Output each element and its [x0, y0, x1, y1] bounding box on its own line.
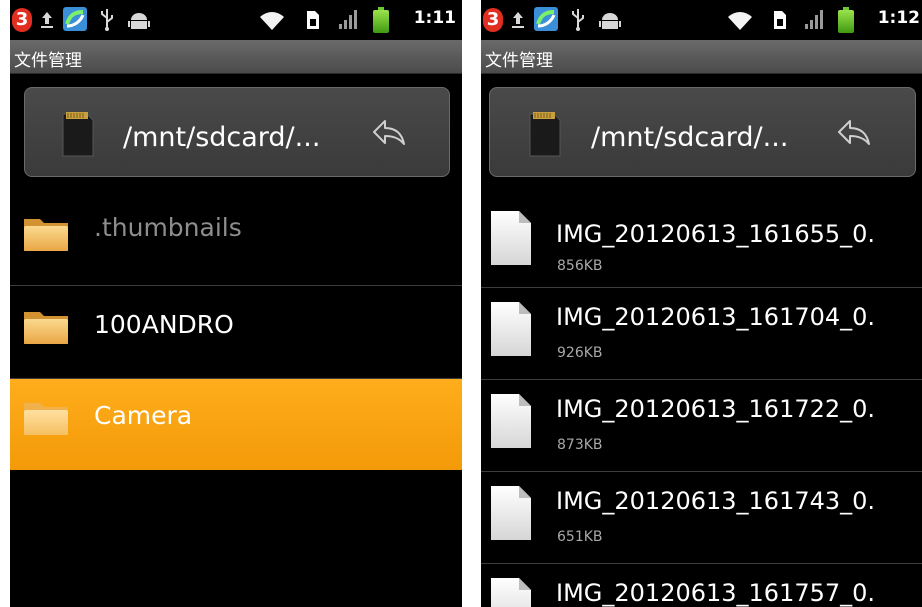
file-row[interactable]: IMG_20120613_161704_0. 926KB [481, 288, 922, 380]
status-bar: 3 1:11 [10, 0, 462, 40]
file-size: 651KB [557, 529, 603, 545]
sd-card-icon [529, 112, 561, 157]
file-name: IMG_20120613_161722_0. [556, 395, 876, 423]
android-debug-icon [599, 13, 621, 29]
file-size: 926KB [557, 345, 603, 361]
folder-icon [24, 312, 68, 344]
current-path: /mnt/sdcard/... [123, 122, 321, 153]
file-name: IMG_20120613_161743_0. [556, 487, 876, 515]
file-name: IMG_20120613_161655_0. [556, 220, 876, 248]
file-name: IMG_20120613_161757_0. [556, 579, 876, 607]
app-title: 文件管理 [14, 51, 82, 71]
title-bar: 文件管理 [481, 40, 922, 74]
sync-app-icon [534, 7, 558, 31]
upload-icon [41, 12, 53, 28]
path-bar[interactable]: /mnt/sdcard/... [489, 87, 916, 177]
clock: 1:11 [413, 8, 456, 28]
app-title: 文件管理 [485, 51, 553, 71]
file-row[interactable]: IMG_20120613_161743_0. 651KB [481, 472, 922, 564]
file-icon [491, 211, 531, 265]
folder-row-thumbnails[interactable]: .thumbnails [10, 185, 462, 286]
file-row[interactable]: IMG_20120613_161757_0. [481, 564, 922, 607]
usb-icon [101, 9, 113, 31]
android-debug-icon [128, 13, 150, 29]
folder-name: .thumbnails [94, 213, 242, 242]
notification-badge-icon[interactable]: 3 [483, 8, 503, 32]
folder-icon [24, 219, 68, 251]
usb-icon [572, 9, 584, 31]
current-path: /mnt/sdcard/... [591, 122, 789, 153]
upload-icon [512, 12, 524, 28]
sd-card-icon [62, 112, 94, 157]
sim-icon [774, 11, 786, 29]
status-bar: 3 1:12 [481, 0, 922, 40]
folder-row-camera[interactable]: Camera [10, 379, 462, 470]
notification-badge-icon[interactable]: 3 [12, 8, 32, 32]
signal-icon [805, 10, 823, 29]
file-manager-screen-folders: 3 1:11 文件管理 /mnt/sdcard/... .thumbnails … [10, 0, 462, 607]
folder-icon [24, 403, 68, 435]
file-size: 873KB [557, 437, 603, 453]
file-icon [491, 394, 531, 448]
wifi-icon [260, 12, 284, 30]
signal-icon [339, 10, 357, 29]
clock: 1:12 [877, 8, 920, 28]
battery-icon [838, 7, 854, 33]
file-icon [491, 302, 531, 356]
folder-row-100andro[interactable]: 100ANDRO [10, 286, 462, 379]
battery-icon [373, 7, 389, 33]
path-bar[interactable]: /mnt/sdcard/... [24, 87, 450, 177]
file-size: 856KB [557, 258, 603, 274]
back-arrow-icon[interactable] [371, 118, 407, 146]
wifi-icon [728, 12, 752, 30]
title-bar: 文件管理 [10, 40, 462, 74]
folder-name: Camera [94, 401, 193, 430]
file-name: IMG_20120613_161704_0. [556, 303, 876, 331]
folder-name: 100ANDRO [94, 310, 234, 339]
file-manager-screen-files: 3 1:12 文件管理 /mnt/sdcard/... IMG_20120613… [481, 0, 922, 607]
sim-icon [307, 11, 319, 29]
sync-app-icon [63, 7, 87, 31]
file-icon [491, 578, 531, 607]
back-arrow-icon[interactable] [836, 118, 872, 146]
file-row[interactable]: IMG_20120613_161722_0. 873KB [481, 380, 922, 472]
file-row[interactable]: IMG_20120613_161655_0. 856KB [481, 195, 922, 288]
file-icon [491, 486, 531, 540]
